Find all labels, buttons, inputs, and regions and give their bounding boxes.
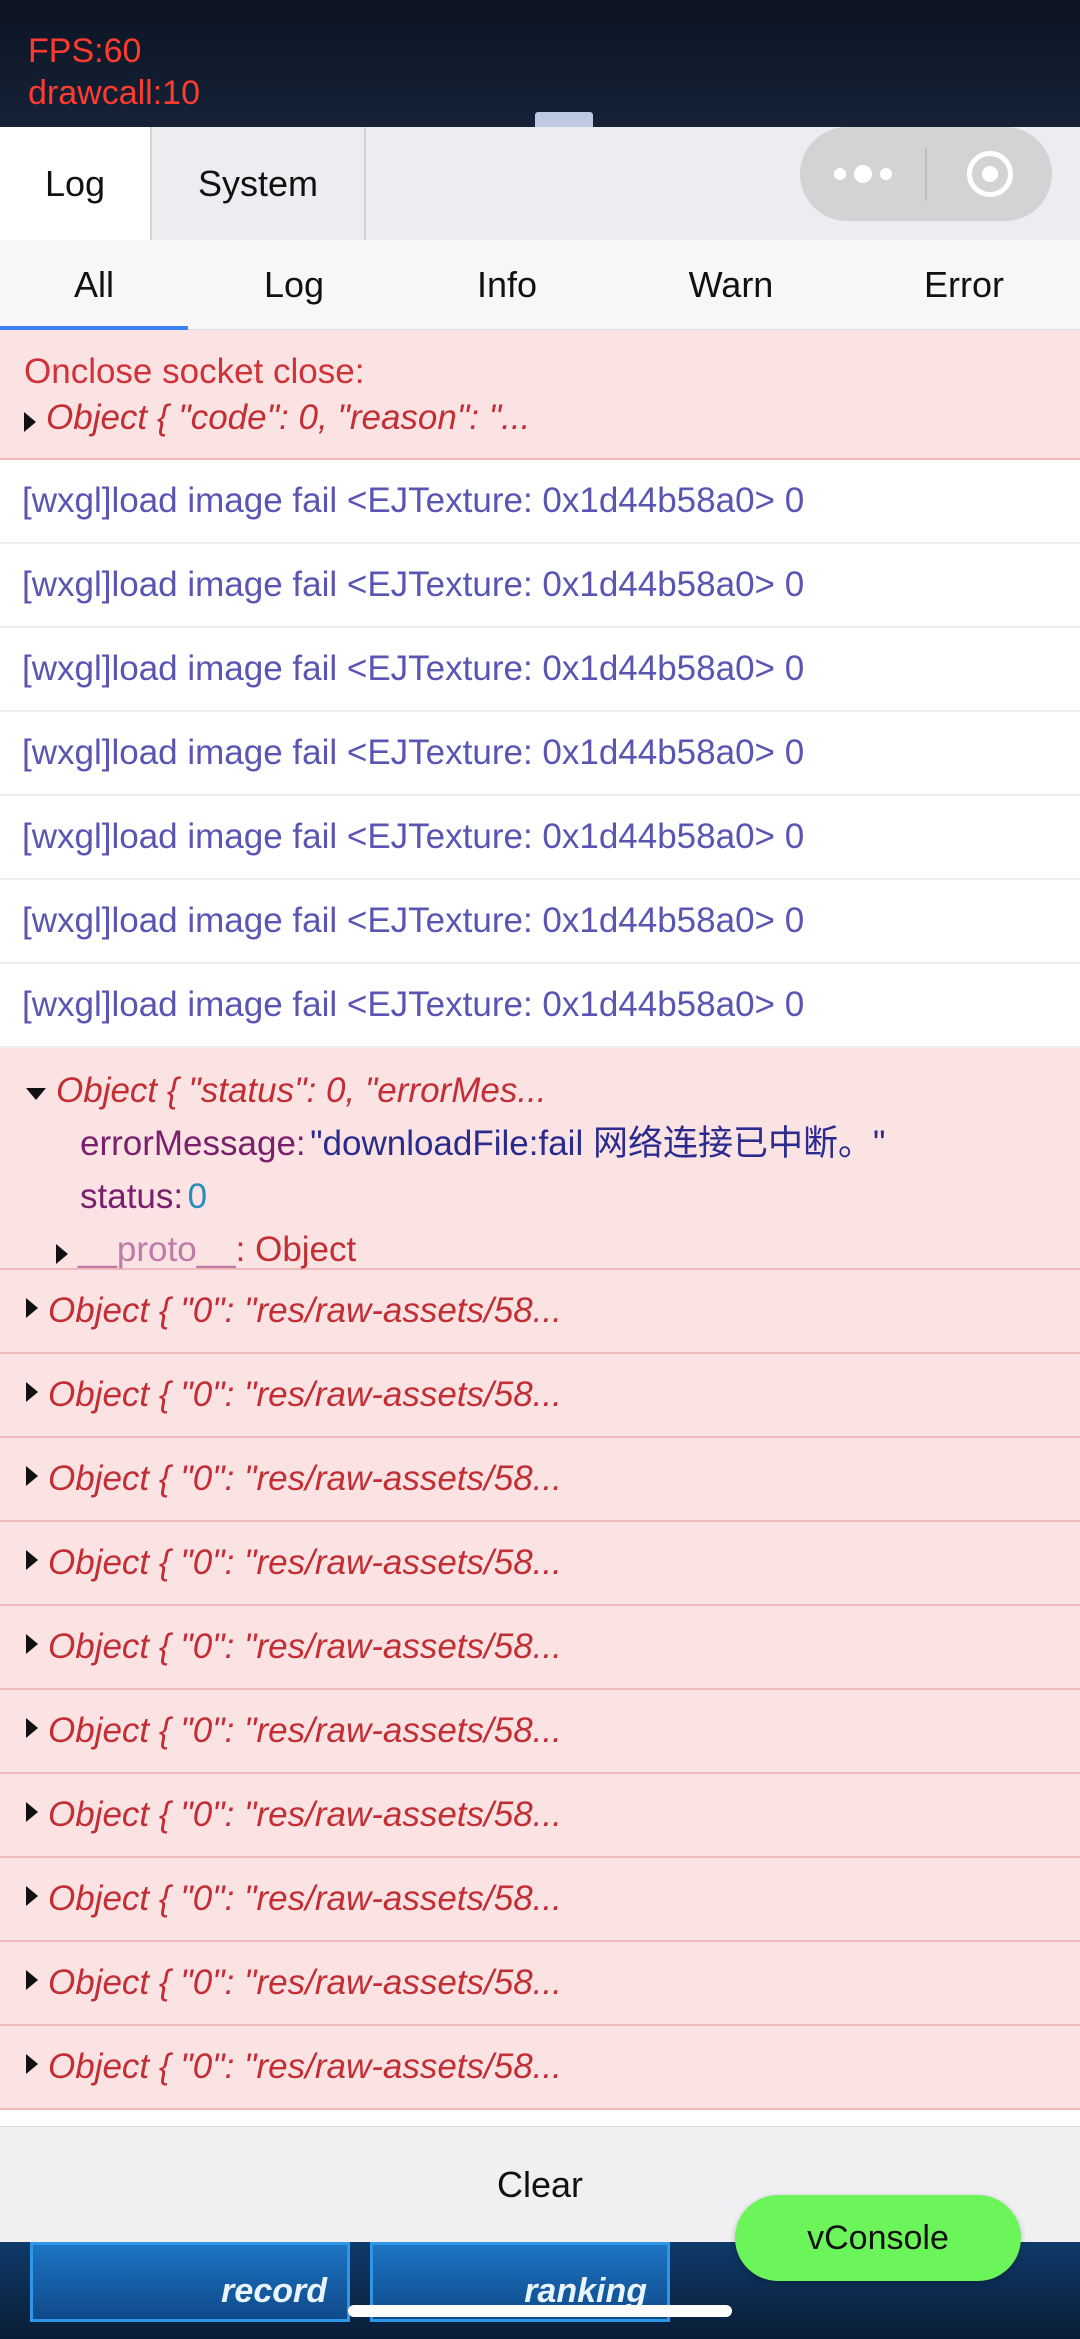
caret-right-icon xyxy=(26,1466,38,1486)
caret-right-icon xyxy=(26,1382,38,1402)
caret-right-icon xyxy=(26,2054,38,2074)
game-record-label: record xyxy=(221,2272,327,2310)
log-message: [wxgl]load image fail <EJTexture: 0x1d44… xyxy=(22,733,805,772)
log-message: [wxgl]load image fail <EJTexture: 0x1d44… xyxy=(22,817,805,856)
filter-tab-log-label: Log xyxy=(263,263,325,305)
object-toggle[interactable]: Object { "code": 0, "reason": "... xyxy=(24,398,1080,438)
log-entry-status-object: Object { "status": 0, "errorMes... error… xyxy=(0,1048,1080,1270)
object-summary: Object { "code": 0, "reason": "... xyxy=(46,398,531,437)
drawcall-stat: drawcall:10 xyxy=(28,74,200,112)
log-list[interactable]: Onclose socket close: Object { "code": 0… xyxy=(0,330,1080,2110)
log-entry-object[interactable]: Object { "0": "res/raw-assets/58... xyxy=(0,1270,1080,1354)
caret-right-icon xyxy=(24,411,36,432)
perf-stats: FPS:60 drawcall:10 xyxy=(28,30,200,114)
property-value: "downloadFile:fail 网络连接已中断。" xyxy=(310,1124,886,1163)
caret-down-icon xyxy=(26,1087,46,1100)
filter-tab-error[interactable]: Error xyxy=(848,240,1080,329)
log-message: [wxgl]load image fail <EJTexture: 0x1d44… xyxy=(22,985,805,1024)
log-message: [wxgl]load image fail <EJTexture: 0x1d44… xyxy=(22,481,805,520)
log-entry-object[interactable]: Object { "0": "res/raw-assets/58... xyxy=(0,1606,1080,1690)
log-message: [wxgl]load image fail <EJTexture: 0x1d44… xyxy=(22,901,805,940)
caret-right-icon xyxy=(26,1298,38,1318)
caret-right-icon xyxy=(56,1243,68,1264)
object-property-status: status: 0 xyxy=(26,1174,1080,1227)
log-entry-object[interactable]: Object { "0": "res/raw-assets/58... xyxy=(0,2026,1080,2110)
vconsole-panel: Log System All Log Info Warn Error Onclo… xyxy=(0,127,1080,2243)
object-summary: Object { "0": "res/raw-assets/58... xyxy=(48,2047,562,2086)
game-record-button[interactable]: record xyxy=(30,2242,350,2322)
filter-tab-warn-label: Warn xyxy=(688,263,774,305)
vconsole-label: vConsole xyxy=(807,2218,949,2257)
object-summary: Object { "0": "res/raw-assets/58... xyxy=(48,1627,562,1666)
caret-right-icon xyxy=(26,1634,38,1654)
log-entry: [wxgl]load image fail <EJTexture: 0x1d44… xyxy=(0,544,1080,628)
object-summary: Object { "0": "res/raw-assets/58... xyxy=(48,1375,562,1414)
fps-stat: FPS:60 xyxy=(28,32,142,70)
log-message: [wxgl]load image fail <EJTexture: 0x1d44… xyxy=(22,649,805,688)
object-summary: Object { "0": "res/raw-assets/58... xyxy=(48,1711,562,1750)
tab-log[interactable]: Log xyxy=(0,127,152,240)
log-entry-object[interactable]: Object { "0": "res/raw-assets/58... xyxy=(0,1690,1080,1774)
property-key: status: xyxy=(80,1177,184,1216)
log-message: Onclose socket close: xyxy=(24,352,365,391)
log-entry-object[interactable]: Object { "0": "res/raw-assets/58... xyxy=(0,1858,1080,1942)
filter-tab-warn[interactable]: Warn xyxy=(614,240,848,329)
tab-log-label: Log xyxy=(44,162,106,204)
log-entry-object[interactable]: Object { "0": "res/raw-assets/58... xyxy=(0,1522,1080,1606)
property-value: : Object xyxy=(235,1230,357,1269)
object-summary: Object { "status": 0, "errorMes... xyxy=(56,1071,547,1110)
object-summary: Object { "0": "res/raw-assets/58... xyxy=(48,1879,562,1918)
more-dots-icon[interactable] xyxy=(800,127,925,221)
miniprogram-capsule xyxy=(800,127,1052,221)
caret-right-icon xyxy=(26,1718,38,1738)
caret-right-icon xyxy=(26,1802,38,1822)
log-entry: [wxgl]load image fail <EJTexture: 0x1d44… xyxy=(0,880,1080,964)
top-tab-bar: Log System xyxy=(0,127,1080,241)
game-background-top: FPS:60 drawcall:10 xyxy=(0,0,1080,130)
log-entry: [wxgl]load image fail <EJTexture: 0x1d44… xyxy=(0,628,1080,712)
log-entry-object[interactable]: Object { "0": "res/raw-assets/58... xyxy=(0,1942,1080,2026)
filter-tab-log[interactable]: Log xyxy=(188,240,400,329)
object-summary: Object { "0": "res/raw-assets/58... xyxy=(48,1459,562,1498)
object-property-error: errorMessage: "downloadFile:fail 网络连接已中断… xyxy=(26,1121,1080,1174)
caret-right-icon xyxy=(26,1970,38,1990)
tab-system[interactable]: System xyxy=(152,127,366,240)
log-entry: [wxgl]load image fail <EJTexture: 0x1d44… xyxy=(0,712,1080,796)
log-entry-socket-close: Onclose socket close: Object { "code": 0… xyxy=(0,330,1080,460)
log-entry: [wxgl]load image fail <EJTexture: 0x1d44… xyxy=(0,964,1080,1048)
target-circle-icon[interactable] xyxy=(927,127,1052,221)
filter-tab-all[interactable]: All xyxy=(0,240,188,330)
property-key: errorMessage: xyxy=(80,1124,306,1163)
home-indicator[interactable] xyxy=(348,2305,732,2317)
caret-right-icon xyxy=(26,1550,38,1570)
property-value: 0 xyxy=(187,1177,208,1216)
filter-tab-info[interactable]: Info xyxy=(400,240,614,329)
clear-button-label: Clear xyxy=(496,2164,584,2205)
log-entry: [wxgl]load image fail <EJTexture: 0x1d44… xyxy=(0,796,1080,880)
vconsole-toggle-button[interactable]: vConsole xyxy=(735,2195,1021,2281)
log-entry-object[interactable]: Object { "0": "res/raw-assets/58... xyxy=(0,1774,1080,1858)
object-summary: Object { "0": "res/raw-assets/58... xyxy=(48,1291,562,1330)
object-toggle[interactable]: Object { "status": 0, "errorMes... xyxy=(26,1068,1080,1121)
filter-tab-bar: All Log Info Warn Error xyxy=(0,240,1080,330)
object-summary: Object { "0": "res/raw-assets/58... xyxy=(48,1795,562,1834)
filter-tab-error-label: Error xyxy=(924,263,1004,305)
object-summary: Object { "0": "res/raw-assets/58... xyxy=(48,1963,562,2002)
log-entry-object[interactable]: Object { "0": "res/raw-assets/58... xyxy=(0,1438,1080,1522)
caret-right-icon xyxy=(26,1886,38,1906)
tab-system-label: System xyxy=(197,162,319,204)
log-message: [wxgl]load image fail <EJTexture: 0x1d44… xyxy=(22,565,805,604)
property-key: __proto__ xyxy=(78,1230,236,1269)
log-entry: [wxgl]load image fail <EJTexture: 0x1d44… xyxy=(0,460,1080,544)
filter-tab-all-label: All xyxy=(73,263,114,305)
filter-tab-info-label: Info xyxy=(476,263,538,305)
object-summary: Object { "0": "res/raw-assets/58... xyxy=(48,1543,562,1582)
log-entry-object[interactable]: Object { "0": "res/raw-assets/58... xyxy=(0,1354,1080,1438)
